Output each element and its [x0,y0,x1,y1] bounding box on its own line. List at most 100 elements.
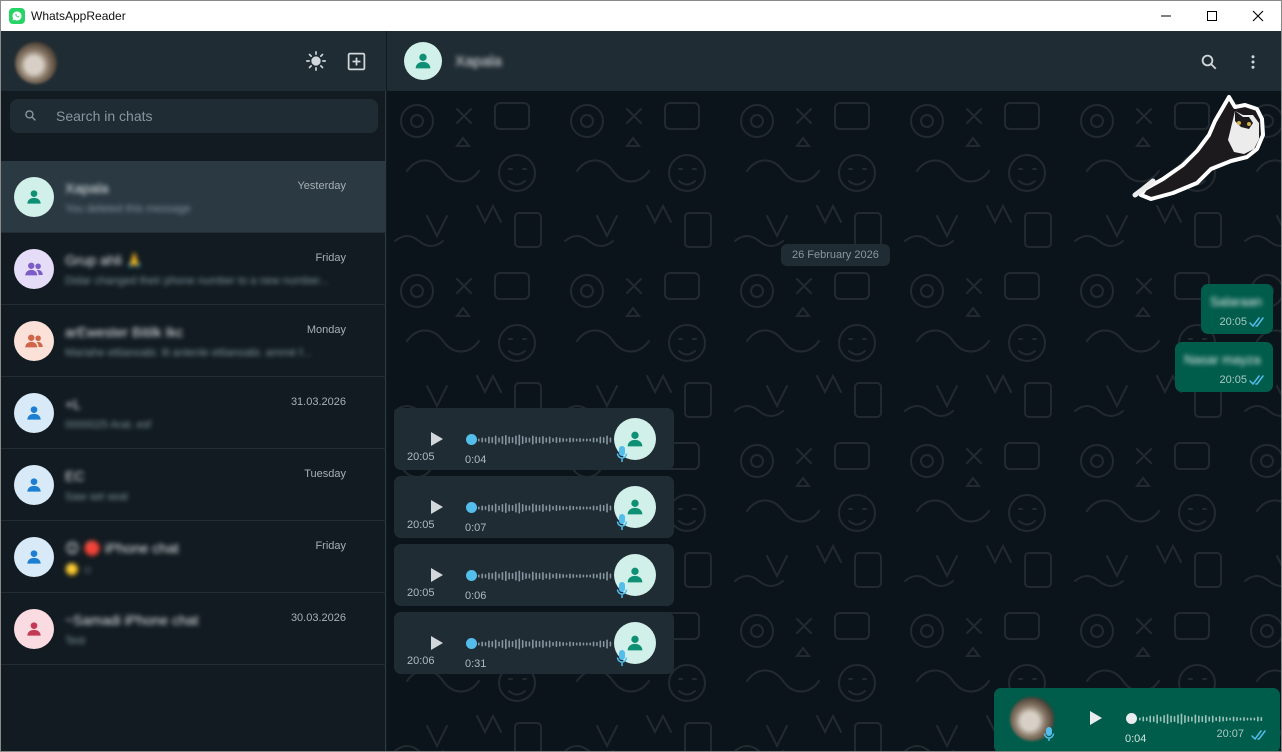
waveform-bar [532,435,534,445]
chat-time: 30.03.2026 [290,612,346,624]
chat-avatar [14,177,54,217]
voice-duration: 0:06 [465,590,487,602]
person-icon [27,406,41,420]
incoming-voice-message[interactable]: 0:31 20:06 [394,612,674,674]
chat-list-item[interactable]: ~Samadi iPhone chat Test 30.03.2026 [1,593,386,665]
double-check-icon [1251,730,1266,741]
waveform-bar [609,437,612,443]
chat-list-item[interactable]: Grup ahli 🙏 Didar changed their phone num… [1,233,386,305]
playback-position-knob[interactable] [466,434,477,445]
waveform-bar [548,436,551,444]
waveform-bar [575,438,578,442]
playback-position-knob[interactable] [1126,713,1137,724]
waveform-bar [555,505,558,511]
waveform-bar [1201,716,1204,722]
double-check-icon [1249,317,1264,328]
chat-list-item[interactable]: 😊 🔴 iPhone chat 🟡 ☺ Friday [1,521,386,593]
incoming-voice-message[interactable]: 0:06 20:05 [394,544,674,606]
message-time: 20:05 [407,451,435,463]
waveform-bar [586,574,588,578]
waveform-bar [589,438,591,442]
waveform-bar [518,502,521,514]
waveform-bar [1187,716,1190,722]
chat-last-message: You deleted this message [65,203,191,215]
incoming-voice-message[interactable]: 0:07 20:05 [394,476,674,538]
contact-name[interactable]: Xapala [455,53,502,70]
waveform-bar [484,438,487,442]
person-icon [27,622,41,636]
waveform-bar [582,642,585,646]
waveform-bar [498,437,500,443]
waveform-bar [609,573,612,579]
message-text: Nasar mayza [1184,352,1261,367]
search-box[interactable] [10,99,378,133]
play-icon[interactable] [427,430,445,448]
chat-list-item[interactable]: +L 0000025 Arat. esf 31.03.2026 [1,377,386,449]
minimize-button[interactable] [1143,1,1189,31]
my-profile-avatar[interactable] [15,42,57,84]
waveform-bar [494,571,497,581]
maximize-button[interactable] [1189,1,1235,31]
waveform-bar [515,503,517,513]
waveform-bar [525,437,527,443]
playback-position-knob[interactable] [466,570,477,581]
waveform-bar [548,504,551,512]
waveform-bar [515,435,517,445]
new-chat-button[interactable] [343,48,369,74]
waveform[interactable] [478,566,613,586]
waveform-bar [599,504,602,512]
chat-time: Friday [315,540,346,552]
outgoing-message[interactable]: Nasar mayza 20:05 [1175,342,1273,392]
waveform-bar [569,437,571,443]
outgoing-voice-message[interactable]: 0:04 20:07 [994,688,1280,751]
play-icon[interactable] [427,634,445,652]
waveform-bar [481,641,483,647]
waveform-bar [569,505,571,511]
waveform-bar [582,574,585,578]
waveform-bar [586,438,588,442]
search-input[interactable] [56,108,356,124]
waveform-bar [535,504,537,512]
play-icon[interactable] [427,498,445,516]
waveform-bar [555,573,558,579]
chat-list-item[interactable]: arEwester Bitilk Ikc Mariahe ettianoabi. … [1,305,386,377]
conversation-pane: Xapala 26 February 2026 Salaraan 20:05 N… [387,31,1281,751]
waveform-bar [542,640,544,648]
contact-avatar[interactable] [404,42,442,80]
close-icon [1252,10,1264,22]
menu-button[interactable] [1240,49,1266,75]
waveform-bar [532,639,534,649]
waveform-bar [599,436,602,444]
group-icon [25,262,43,276]
waveform-bar [579,438,581,442]
incoming-voice-message[interactable]: 0:04 20:05 [394,408,674,470]
play-icon[interactable] [1086,709,1104,727]
chat-list-item[interactable]: Xapala You deleted this message Yesterday [1,161,386,233]
playback-position-knob[interactable] [466,638,477,649]
waveform-bar [535,640,537,648]
chat-list-item[interactable]: EC Saw set seat Tuesday [1,449,386,521]
waveform-bar [1215,717,1217,721]
playback-position-knob[interactable] [466,502,477,513]
waveform[interactable] [478,498,613,518]
waveform-bar [481,573,483,579]
search-messages-button[interactable] [1196,49,1222,75]
waveform-bar [488,572,490,580]
waveform-bar [1173,716,1176,722]
waveform-bar [511,505,514,511]
close-button[interactable] [1235,1,1281,31]
outgoing-message[interactable]: Salaraan 20:05 [1201,284,1273,334]
play-icon[interactable] [427,566,445,584]
whatsapp-logo-icon [9,8,25,24]
waveform[interactable] [478,634,613,654]
waveform-bar [572,506,575,510]
waveform[interactable] [1139,709,1264,729]
waveform-bar [572,574,575,578]
waveform-bar [542,572,544,580]
conversation-header: Xapala [387,31,1281,91]
waveform-bar [525,641,527,647]
waveform-bar [1159,716,1162,722]
waveform[interactable] [478,430,613,450]
theme-toggle-button[interactable] [303,48,329,74]
waveform-bar [1191,716,1193,722]
